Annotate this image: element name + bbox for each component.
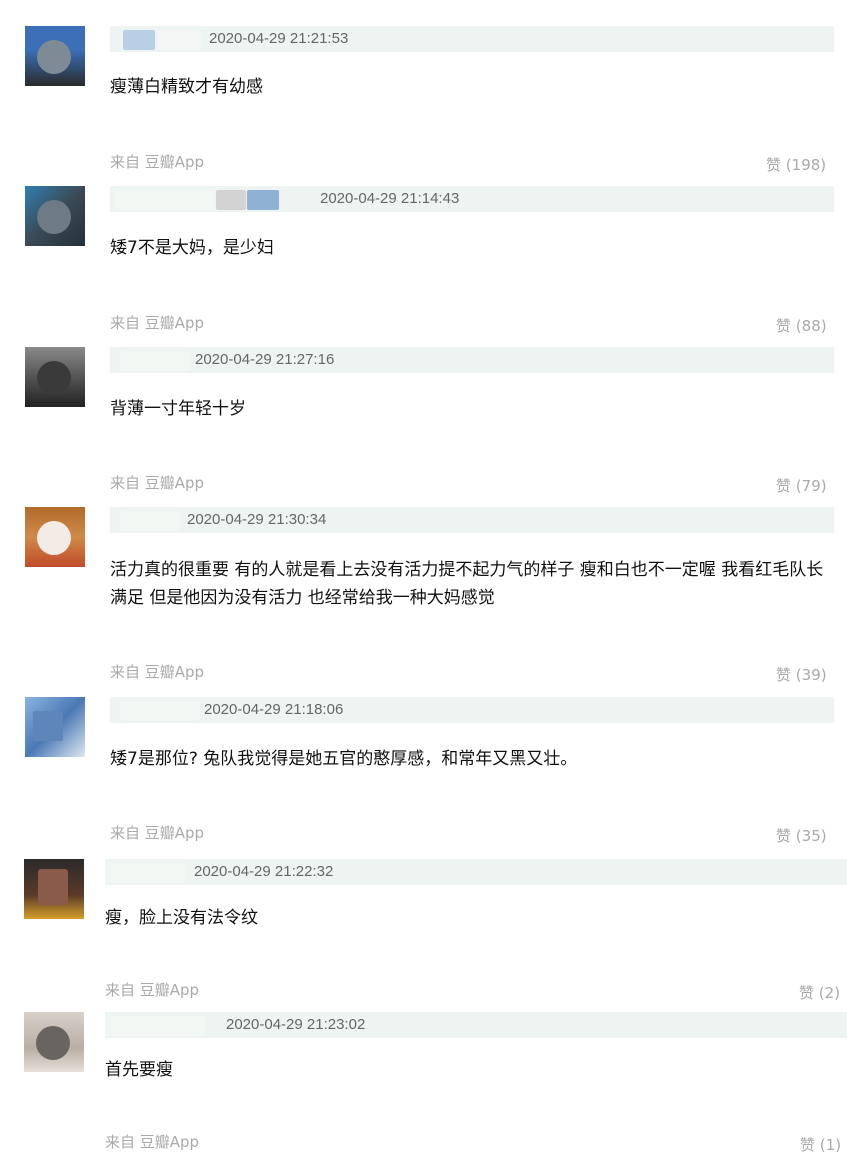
avatar[interactable] <box>24 1012 84 1072</box>
like-label: 赞 <box>799 984 815 1002</box>
like-button[interactable]: 赞 (35) <box>776 825 827 846</box>
source-label: 来自 豆瓣App <box>110 314 205 332</box>
like-button[interactable]: 赞 (1) <box>800 1134 841 1155</box>
comment-header-bar: 2020-04-29 21:21:53 <box>110 26 834 52</box>
like-label: 赞 <box>800 1136 816 1154</box>
comment-text: 矮7是那位? 兔队我觉得是她五官的憨厚感，和常年又黑又壮。 <box>110 749 578 769</box>
source-label: 来自 豆瓣App <box>110 474 205 492</box>
avatar[interactable] <box>25 26 85 86</box>
timestamp: 2020-04-29 21:18:06 <box>204 701 344 718</box>
like-label: 赞 <box>776 666 792 684</box>
username-blurred <box>120 701 200 721</box>
source-label: 来自 豆瓣App <box>110 824 205 842</box>
like-button[interactable]: 赞 (88) <box>776 315 827 336</box>
source-label: 来自 豆瓣App <box>110 663 205 681</box>
comment-text: 活力真的很重要 有的人就是看上去没有活力提不起力气的样子 瘦和白也不一定喔 我看… <box>110 560 824 608</box>
comment-header-bar: 2020-04-29 21:14:43 <box>110 186 834 212</box>
comment-text: 首先要瘦 <box>105 1060 173 1080</box>
timestamp: 2020-04-29 21:22:32 <box>194 863 334 880</box>
source-label: 来自 豆瓣App <box>110 153 205 171</box>
comment-text: 瘦，脸上没有法令纹 <box>105 908 258 928</box>
like-count: (88) <box>795 317 827 335</box>
comment-text: 矮7不是大妈，是少妇 <box>110 238 274 258</box>
like-button[interactable]: 赞 (39) <box>776 664 827 685</box>
timestamp: 2020-04-29 21:14:43 <box>320 190 460 207</box>
like-button[interactable]: 赞 (2) <box>799 982 840 1003</box>
avatar[interactable] <box>25 347 85 407</box>
like-button[interactable]: 赞 (198) <box>766 154 826 175</box>
comment-header-bar: 2020-04-29 21:27:16 <box>110 347 834 373</box>
like-count: (39) <box>795 666 827 684</box>
comment-header-bar: 2020-04-29 21:18:06 <box>110 697 834 723</box>
comment-header-bar: 2020-04-29 21:22:32 <box>105 859 847 885</box>
avatar[interactable] <box>24 859 84 919</box>
username-blurred <box>105 863 185 883</box>
source-label: 来自 豆瓣App <box>105 981 200 999</box>
timestamp: 2020-04-29 21:21:53 <box>209 30 349 47</box>
username-blurred <box>120 351 190 371</box>
username-blurred[interactable] <box>247 190 279 210</box>
username-blurred <box>120 511 180 531</box>
like-count: (35) <box>795 827 827 845</box>
username-blurred[interactable] <box>216 190 246 210</box>
timestamp: 2020-04-29 21:23:02 <box>226 1016 366 1033</box>
username-blurred <box>157 30 201 50</box>
timestamp: 2020-04-29 21:30:34 <box>187 511 327 528</box>
like-count: (1) <box>819 1136 842 1154</box>
username-blurred <box>105 1016 205 1036</box>
like-count: (2) <box>818 984 841 1002</box>
source-label: 来自 豆瓣App <box>105 1133 200 1151</box>
like-label: 赞 <box>766 156 782 174</box>
username-blurred[interactable] <box>123 30 155 50</box>
timestamp: 2020-04-29 21:27:16 <box>195 351 335 368</box>
like-label: 赞 <box>776 827 792 845</box>
like-count: (198) <box>785 156 827 174</box>
comment-header-bar: 2020-04-29 21:23:02 <box>105 1012 847 1038</box>
avatar[interactable] <box>25 507 85 567</box>
avatar[interactable] <box>25 697 85 757</box>
comment-text: 背薄一寸年轻十岁 <box>110 399 246 419</box>
like-label: 赞 <box>776 317 792 335</box>
comment-text: 瘦薄白精致才有幼感 <box>110 77 263 97</box>
username-blurred <box>115 190 215 210</box>
like-count: (79) <box>795 477 827 495</box>
like-label: 赞 <box>776 477 792 495</box>
comment-header-bar: 2020-04-29 21:30:34 <box>110 507 834 533</box>
avatar[interactable] <box>25 186 85 246</box>
like-button[interactable]: 赞 (79) <box>776 475 827 496</box>
